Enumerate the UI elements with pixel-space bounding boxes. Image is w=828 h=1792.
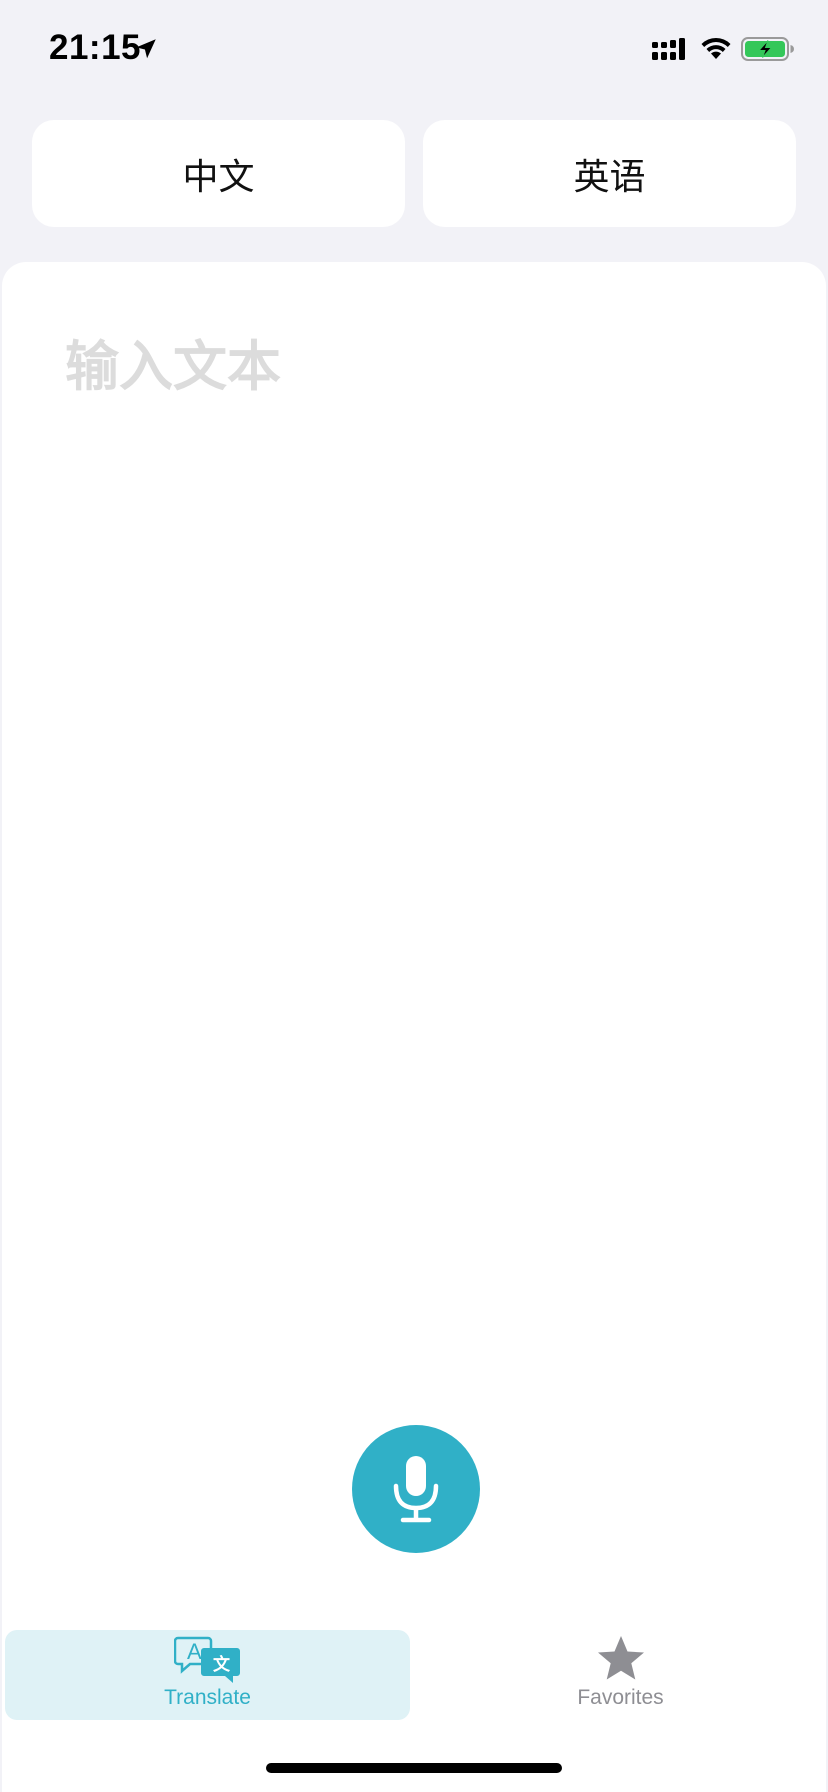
target-language-label: 英语 [573,156,646,198]
tab-favorites[interactable]: Favorites [418,1630,823,1720]
cellular-signal-icon [652,38,685,60]
translate-icon: A 文 [173,1636,240,1683]
microphone-icon [393,1456,439,1523]
tab-translate[interactable]: A 文 Translate [5,1630,410,1720]
target-language-button[interactable]: 英语 [423,120,796,227]
translate-screen: 21:15 中文 英语 输入文本 A 文 Translate Favorites [0,0,828,1792]
input-card [2,262,826,1792]
microphone-button[interactable] [352,1425,480,1553]
wifi-icon [701,37,731,59]
status-time: 21:15 [49,28,142,67]
status-bar: 21:15 [0,0,828,100]
text-input[interactable] [65,322,765,1322]
tab-favorites-label: Favorites [577,1686,664,1709]
tab-bar: A 文 Translate Favorites [0,1628,828,1728]
svg-text:A: A [187,1639,202,1664]
svg-text:文: 文 [213,1654,231,1675]
source-language-button[interactable]: 中文 [32,120,405,227]
home-indicator [266,1763,562,1773]
location-arrow-icon [136,39,156,59]
source-language-label: 中文 [182,156,255,198]
star-icon [597,1636,644,1680]
tab-translate-label: Translate [164,1686,251,1709]
battery-charging-icon [741,37,794,61]
